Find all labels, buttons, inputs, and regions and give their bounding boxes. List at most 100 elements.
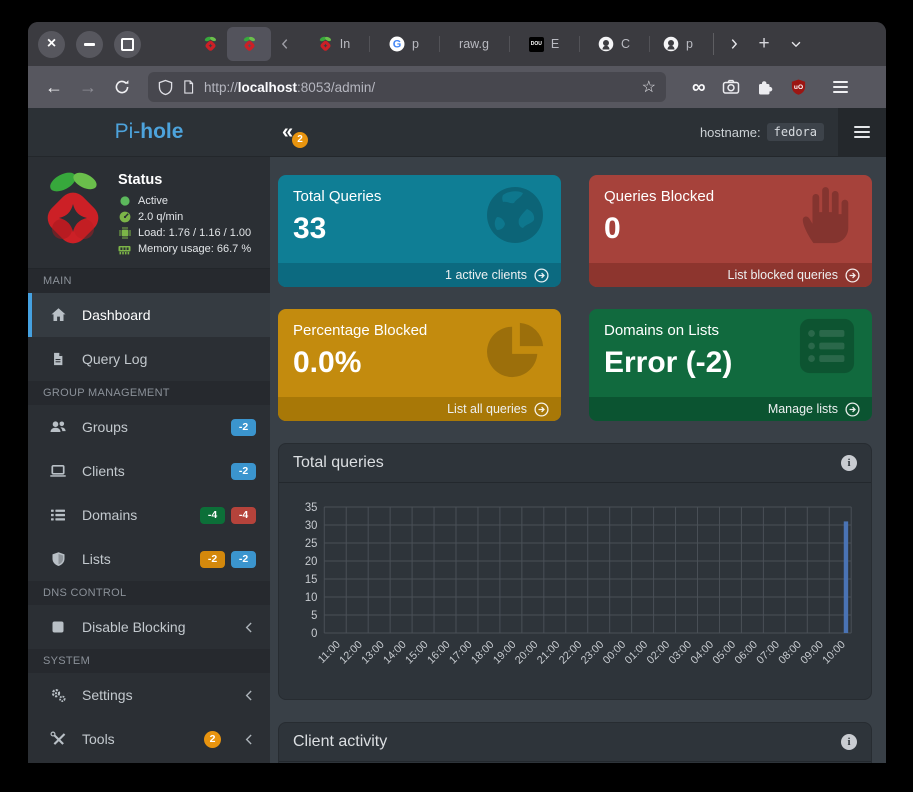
stop-icon — [48, 620, 68, 634]
svg-text:02:00: 02:00 — [645, 639, 672, 667]
card-total-queries[interactable]: Total Queries 33 1 active clients — [278, 175, 561, 287]
ublock-origin-icon[interactable]: uO — [790, 78, 807, 96]
url-text[interactable]: http://localhost:8053/admin/ — [204, 80, 633, 95]
bookmark-star-icon[interactable]: ☆ — [642, 77, 656, 97]
card-value: Error (-2) — [589, 339, 872, 380]
lists-warn-badge: -2 — [200, 551, 225, 568]
sidebar-item-settings[interactable]: Settings — [28, 673, 270, 717]
svg-text:00:00: 00:00 — [601, 639, 628, 667]
card-footer-label: List blocked queries — [728, 268, 838, 282]
tab-title: E — [551, 37, 559, 51]
window-controls: × — [38, 31, 141, 58]
sidebar-status-block: Status Active 2.0 q/min Load: 1.76 / 1.1… — [28, 157, 270, 269]
card-footer-link[interactable]: Manage lists — [589, 397, 872, 421]
sidebar-item-tools[interactable]: Tools 2 — [28, 717, 270, 761]
window-maximize-button[interactable] — [114, 31, 141, 58]
page-info-icon[interactable] — [182, 79, 195, 95]
svg-text:19:00: 19:00 — [491, 639, 518, 667]
svg-text:G: G — [393, 39, 402, 51]
groups-count-badge: -2 — [231, 419, 256, 436]
new-tab-button[interactable]: + — [748, 28, 780, 60]
close-icon: × — [47, 36, 56, 52]
panel-header: Total queries i — [279, 444, 871, 483]
svg-text:30: 30 — [305, 520, 318, 532]
card-footer-label: Manage lists — [768, 402, 838, 416]
svg-text:23:00: 23:00 — [579, 639, 606, 667]
card-queries-blocked[interactable]: Queries Blocked 0 List blocked queries — [589, 175, 872, 287]
card-value: 33 — [278, 205, 561, 246]
memory-icon — [118, 244, 131, 255]
tab-github-1[interactable]: C — [579, 27, 649, 61]
svg-text:0: 0 — [311, 628, 317, 640]
svg-text:17:00: 17:00 — [447, 639, 474, 667]
tab-raw-githubusercontent[interactable]: raw.g — [439, 27, 509, 61]
tab-active-pihole[interactable] — [227, 27, 271, 61]
card-domains-on-lists[interactable]: Domains on Lists Error (-2) Manage lists — [589, 309, 872, 421]
tab-title: In — [340, 37, 350, 51]
sidebar-collapse-toggle[interactable]: « 2 — [282, 121, 312, 144]
window-minimize-button[interactable] — [76, 31, 103, 58]
card-footer-link[interactable]: List blocked queries — [589, 263, 872, 287]
chevron-down-icon — [789, 37, 803, 51]
url-bar[interactable]: http://localhost:8053/admin/ ☆ — [148, 72, 666, 102]
tab-google[interactable]: G p — [369, 27, 439, 61]
reload-button[interactable] — [108, 73, 136, 101]
card-footer-link[interactable]: 1 active clients — [278, 263, 561, 287]
sidebar-item-query-log[interactable]: Query Log — [28, 337, 270, 381]
arrow-circle-icon — [534, 402, 549, 417]
hostname-value: fedora — [767, 123, 824, 141]
pihole-brand[interactable]: Pi-hole — [28, 120, 270, 144]
github-favicon-icon — [663, 36, 679, 52]
info-icon[interactable]: i — [841, 734, 857, 750]
tab-strip: In G p raw.g DOU E C p — [193, 22, 812, 66]
status-panel: Status Active 2.0 q/min Load: 1.76 / 1.1… — [118, 168, 251, 257]
tab-list-button[interactable] — [780, 28, 812, 60]
svg-text:18:00: 18:00 — [469, 639, 496, 667]
pihole-navbar: Pi-hole « 2 hostname: fedora — [28, 108, 886, 157]
svg-text:5: 5 — [311, 610, 317, 622]
total-queries-panel: Total queries i 0510152025303511:0012:00… — [278, 443, 872, 700]
total-queries-chart[interactable]: 0510152025303511:0012:0013:0014:0015:001… — [289, 491, 861, 687]
screenshot-camera-icon[interactable] — [722, 78, 740, 96]
svg-text:15:00: 15:00 — [403, 639, 430, 667]
sidebar-section-group-management: GROUP MANAGEMENT — [28, 381, 270, 405]
tracking-protection-shield-icon — [158, 79, 173, 96]
svg-text:08:00: 08:00 — [776, 639, 803, 667]
tab-scroll-left-button[interactable] — [271, 27, 299, 61]
tab-scroll-right-button[interactable] — [720, 27, 748, 61]
cpu-icon — [118, 227, 131, 239]
extensions-puzzle-icon[interactable] — [756, 78, 774, 96]
github-favicon-icon — [598, 36, 614, 52]
tab-pinned-pihole[interactable] — [193, 27, 227, 61]
svg-text:07:00: 07:00 — [755, 639, 782, 667]
tab-pihole-login[interactable]: In — [299, 27, 369, 61]
svg-text:04:00: 04:00 — [689, 639, 716, 667]
extension-infinity-icon[interactable]: ∞ — [692, 78, 706, 97]
sidebar-item-label: Lists — [82, 551, 186, 567]
sidebar-item-disable-blocking[interactable]: Disable Blocking — [28, 605, 270, 649]
info-icon[interactable]: i — [841, 455, 857, 471]
card-title: Total Queries — [278, 175, 561, 205]
window-close-button[interactable]: × — [38, 31, 65, 58]
card-footer-link[interactable]: List all queries — [278, 397, 561, 421]
sidebar-item-groups[interactable]: Groups -2 — [28, 405, 270, 449]
chevron-left-icon — [243, 733, 256, 746]
back-button[interactable]: ← — [40, 73, 68, 101]
update-count-badge: 2 — [292, 132, 308, 148]
panel-header: Client activity i — [279, 723, 871, 762]
card-title: Queries Blocked — [589, 175, 872, 205]
domains-allow-badge: -4 — [200, 507, 225, 524]
control-sidebar-toggle[interactable] — [838, 108, 886, 156]
browser-menu-button[interactable] — [827, 73, 855, 101]
sidebar-item-domains[interactable]: Domains -4 -4 — [28, 493, 270, 537]
sidebar-item-dashboard[interactable]: Dashboard — [28, 293, 270, 337]
tab-github-2[interactable]: p — [649, 27, 707, 61]
forward-button[interactable]: → — [74, 73, 102, 101]
clients-count-badge: -2 — [231, 463, 256, 480]
sidebar-item-lists[interactable]: Lists -2 -2 — [28, 537, 270, 581]
svg-text:13:00: 13:00 — [359, 639, 386, 667]
card-percentage-blocked[interactable]: Percentage Blocked 0.0% List all queries — [278, 309, 561, 421]
sidebar-item-clients[interactable]: Clients -2 — [28, 449, 270, 493]
tab-docker-docs[interactable]: DOU E — [509, 27, 579, 61]
browser-toolbar: ← → http://localhost:8053/admin/ ☆ ∞ uO — [28, 66, 886, 108]
